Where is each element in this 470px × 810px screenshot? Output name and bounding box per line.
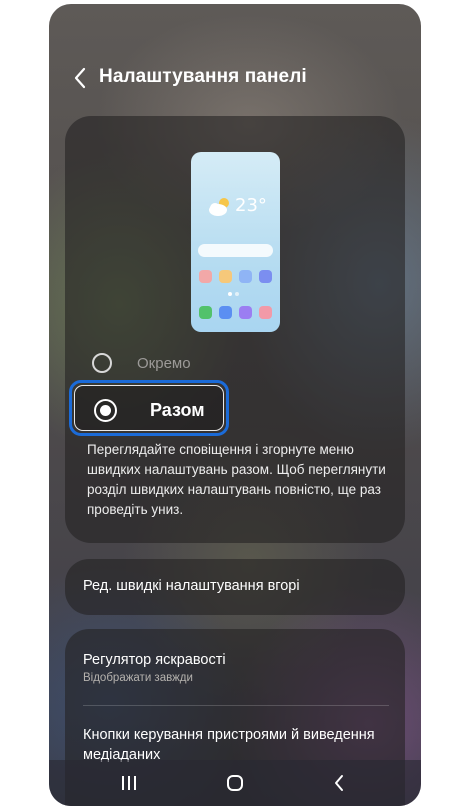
radio-selected[interactable] (94, 399, 117, 422)
home-button[interactable] (215, 768, 255, 798)
page-indicator (228, 292, 244, 297)
search-bar-shape (198, 244, 273, 257)
edit-quick-settings-label: Ред. швидкі налаштування вгорі (83, 578, 300, 594)
navigation-bar (49, 760, 421, 806)
app-tile (219, 306, 232, 319)
partly-cloudy-icon (209, 198, 229, 216)
option-together-highlight: Разом (74, 385, 224, 431)
option-together-label: Разом (150, 400, 205, 420)
option-separate-label: Окремо (137, 355, 191, 372)
option-separate[interactable]: Окремо (87, 350, 347, 376)
option-description: Переглядайте сповіщення і згорнуте меню … (87, 442, 386, 517)
radio-unselected[interactable] (92, 353, 112, 373)
header: Налаштування панелі (49, 58, 421, 98)
app-tile (239, 270, 252, 283)
weather-widget: 23° (207, 195, 267, 218)
option-together[interactable]: Разом (69, 380, 229, 436)
app-tile (239, 306, 252, 319)
page-dot (235, 292, 239, 296)
app-tile (259, 306, 272, 319)
page-title: Налаштування панелі (99, 66, 307, 87)
temperature-text: 23° (235, 195, 267, 216)
device-controls-title: Кнопки керування пристроями й виведення … (83, 727, 375, 763)
recents-icon (122, 776, 136, 790)
brightness-row[interactable]: Регулятор яскравості Відображати завжди (65, 629, 405, 701)
chevron-left-icon (74, 67, 86, 89)
home-icon (227, 775, 243, 791)
app-tile (199, 270, 212, 283)
app-tile (219, 270, 232, 283)
brightness-subtitle: Відображати завжди (83, 672, 193, 684)
preview-phone-image: 23° (191, 152, 280, 332)
app-tile (259, 270, 272, 283)
divider (83, 705, 389, 706)
back-icon (335, 775, 343, 791)
recents-button[interactable] (109, 768, 149, 798)
page-dot-active (228, 292, 232, 296)
app-tile (199, 306, 212, 319)
edit-quick-settings-card[interactable]: Ред. швидкі налаштування вгорі (65, 559, 405, 615)
nav-back-button[interactable] (319, 768, 359, 798)
radio-selected-dot (100, 405, 111, 416)
back-button[interactable] (67, 64, 93, 92)
phone-screen: Налаштування панелі 23° Окремо Разом Пер… (49, 4, 421, 806)
brightness-title: Регулятор яскравості (83, 652, 226, 668)
